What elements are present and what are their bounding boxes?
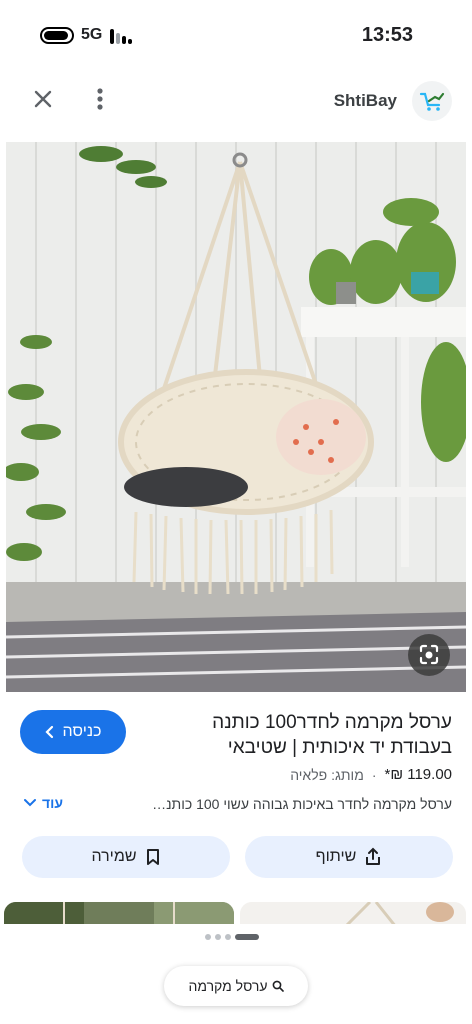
separator-dot: · [371, 766, 377, 783]
signal-icon [110, 27, 136, 44]
share-icon [366, 847, 381, 865]
share-button[interactable]: שיתוף [245, 836, 453, 878]
app-bar: ShtiBay [0, 72, 472, 132]
visit-button-label: כניסה [62, 723, 102, 740]
related-photo-2 [240, 902, 466, 924]
pager-dot[interactable] [205, 934, 211, 940]
pager-dot[interactable] [225, 934, 231, 940]
more-button[interactable]: עוד [24, 795, 63, 811]
google-lens-icon [419, 644, 439, 665]
site-name[interactable]: ShtiBay [334, 91, 397, 111]
related-images [0, 902, 472, 924]
product-description: ערסל מקרמה לחדר באיכות גבוהה עשוי 100 כו… [152, 796, 452, 812]
related-image-1[interactable] [4, 902, 234, 924]
action-row: שמירה שיתוף [0, 836, 472, 880]
close-button[interactable] [28, 84, 58, 114]
search-icon [272, 980, 284, 992]
pager-dot[interactable] [215, 934, 221, 940]
product-meta: 119.00 ₪* · מותג: פלאיה [290, 766, 452, 783]
related-image-2[interactable] [240, 902, 466, 924]
search-chip[interactable]: ערסל מקרמה [164, 966, 308, 1006]
search-chip-label: ערסל מקרמה [188, 978, 268, 994]
network-type: 5G [81, 26, 103, 43]
save-label: שמירה [91, 848, 137, 865]
macrame-hammock-photo [6, 142, 466, 692]
product-image[interactable] [6, 142, 466, 692]
close-icon [34, 90, 52, 108]
site-logo[interactable] [412, 81, 452, 121]
visual-search-button[interactable] [408, 634, 450, 676]
product-brand: מותג: פלאיה [290, 766, 364, 783]
more-label: עוד [42, 795, 64, 811]
related-photo-1 [4, 902, 234, 924]
share-label: שיתוף [315, 848, 357, 865]
visit-button[interactable]: כניסה [20, 710, 126, 754]
pager-dot-active[interactable] [235, 934, 259, 940]
shopping-cart-logo-icon [419, 92, 445, 111]
more-options-button[interactable] [90, 84, 110, 114]
product-title[interactable]: ערסל מקרמה לחדר100 כותנה בעבודת יד איכות… [182, 710, 452, 760]
status-time: 13:53 [361, 24, 413, 46]
chevron-left-icon [44, 725, 53, 739]
save-button[interactable]: שמירה [22, 836, 230, 878]
image-pager [205, 932, 259, 942]
chevron-down-icon [24, 799, 36, 807]
battery-icon [40, 27, 74, 44]
product-price: 119.00 ₪* [384, 766, 452, 783]
more-vert-icon [97, 88, 103, 110]
status-bar: 5G 13:53 [0, 0, 472, 70]
bookmark-icon [146, 849, 159, 865]
